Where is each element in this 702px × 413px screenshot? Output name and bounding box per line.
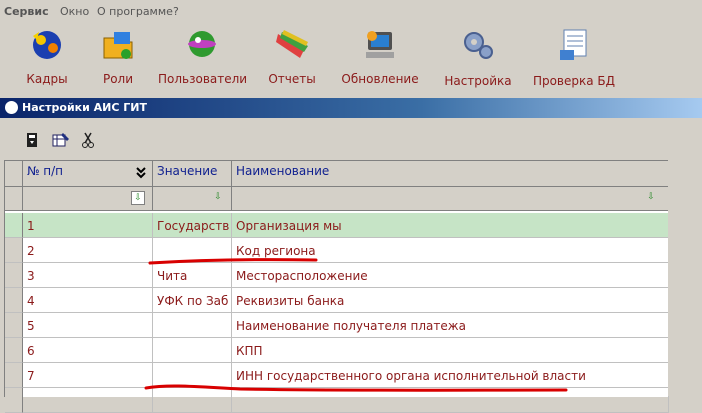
annotation-underline xyxy=(148,258,318,265)
annotation-strokes xyxy=(144,258,568,392)
annotation-underline xyxy=(144,384,568,392)
